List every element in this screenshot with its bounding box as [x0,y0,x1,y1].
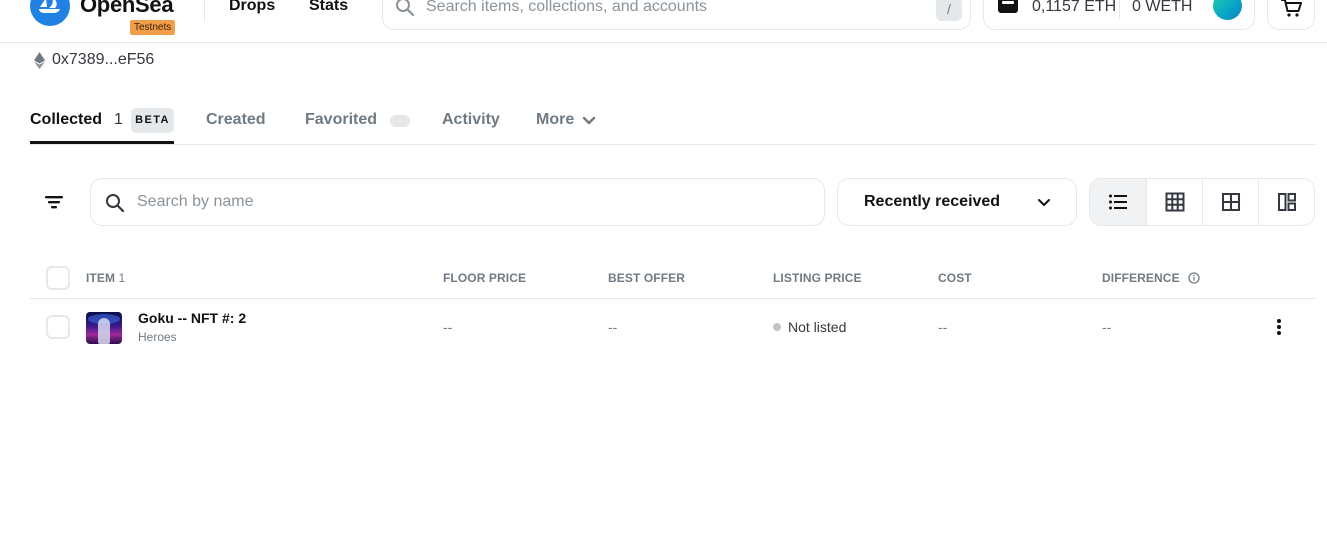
chevron-down-icon [582,116,596,125]
grid-small-view-button[interactable] [1146,179,1202,225]
brand-name[interactable]: OpenSea [80,0,174,17]
filter-toggle-button[interactable] [30,178,78,226]
list-view-button[interactable] [1090,179,1146,225]
grid-large-icon [1222,193,1240,211]
item-count: 1 [118,271,126,285]
row-select-checkbox[interactable] [46,315,70,339]
address-text: 0x7389...eF56 [52,51,155,68]
more-options-icon[interactable] [1268,316,1290,338]
thumbnail-figure [98,318,110,344]
grid-mixed-view-button[interactable] [1258,179,1314,225]
tab-favorited[interactable]: Favorited [305,111,377,129]
status-dot-icon [773,323,781,331]
tab-more[interactable]: More [536,111,596,129]
best-offer-value: -- [608,319,618,335]
nav-drops-link[interactable]: Drops [229,0,275,16]
column-difference-label: DIFFERENCE [1102,271,1180,285]
avatar[interactable] [1213,0,1242,20]
search-by-name-field[interactable] [90,178,825,226]
ethereum-icon [34,52,45,74]
table-header: ITEM 1 FLOOR PRICE BEST OFFER LISTING PR… [30,258,1315,299]
global-search-placeholder: Search items, collections, and accounts [426,0,708,15]
search-shortcut-key: / [936,0,962,21]
sort-dropdown[interactable]: Recently received [837,178,1077,226]
testnets-badge: Testnets [130,20,176,35]
table-row[interactable]: Goku -- NFT #: 2 Heroes -- -- Not listed… [30,300,1315,356]
column-difference[interactable]: DIFFERENCE [1102,271,1200,285]
top-navigation-bar: OpenSea Testnets Drops Stats Search item… [0,0,1327,43]
column-item[interactable]: ITEM 1 [86,271,125,285]
weth-balance: 0 WETH [1132,0,1193,15]
search-by-name-input[interactable] [137,191,807,213]
tab-activity[interactable]: Activity [442,111,500,129]
column-best-offer[interactable]: BEST OFFER [608,271,685,285]
tab-created[interactable]: Created [206,111,266,129]
column-floor-price[interactable]: FLOOR PRICE [443,271,526,285]
info-icon[interactable] [1188,272,1200,284]
select-all-checkbox[interactable] [46,266,70,290]
cart-button[interactable] [1267,0,1315,30]
profile-tabs: Collected 1 BETA Created Favorited Activ… [30,108,1315,145]
floor-price-value: -- [443,319,453,335]
filter-icon [45,196,63,209]
nft-thumbnail[interactable] [86,312,122,344]
grid-mixed-icon [1278,193,1296,211]
listing-status-text: Not listed [788,319,847,335]
wallet-divider [1119,0,1120,19]
column-cost[interactable]: COST [938,271,972,285]
wallet-icon [998,0,1018,13]
column-item-label: ITEM [86,271,116,285]
eth-balance: 0,1157 ETH [1032,0,1117,15]
nav-stats-link[interactable]: Stats [309,0,348,16]
beta-badge: BETA [131,108,174,133]
collected-count: 1 [114,111,123,128]
list-view-icon [1109,194,1127,210]
nav-divider [204,0,205,22]
column-listing-price[interactable]: LISTING PRICE [773,271,862,285]
search-icon [395,0,415,22]
view-mode-toggle [1089,178,1315,226]
tab-collected[interactable]: Collected [30,111,102,129]
grid-large-view-button[interactable] [1202,179,1258,225]
cost-value: -- [938,319,948,335]
difference-value: -- [1102,319,1112,335]
item-collection[interactable]: Heroes [138,330,177,344]
favorited-count-pill [390,115,410,127]
cart-icon [1281,0,1302,17]
tab-more-label: More [536,111,575,128]
item-name[interactable]: Goku -- NFT #: 2 [138,310,246,326]
listing-status: Not listed [773,319,846,335]
wallet-balance-button[interactable]: 0,1157 ETH 0 WETH [983,0,1255,30]
opensea-logo-icon[interactable] [30,0,70,26]
sort-selected-value: Recently received [864,193,1001,210]
search-icon [105,193,125,218]
grid-small-icon [1165,192,1185,212]
global-search-bar[interactable]: Search items, collections, and accounts … [382,0,971,30]
chevron-down-icon [1038,199,1050,206]
active-tab-indicator [30,141,174,144]
